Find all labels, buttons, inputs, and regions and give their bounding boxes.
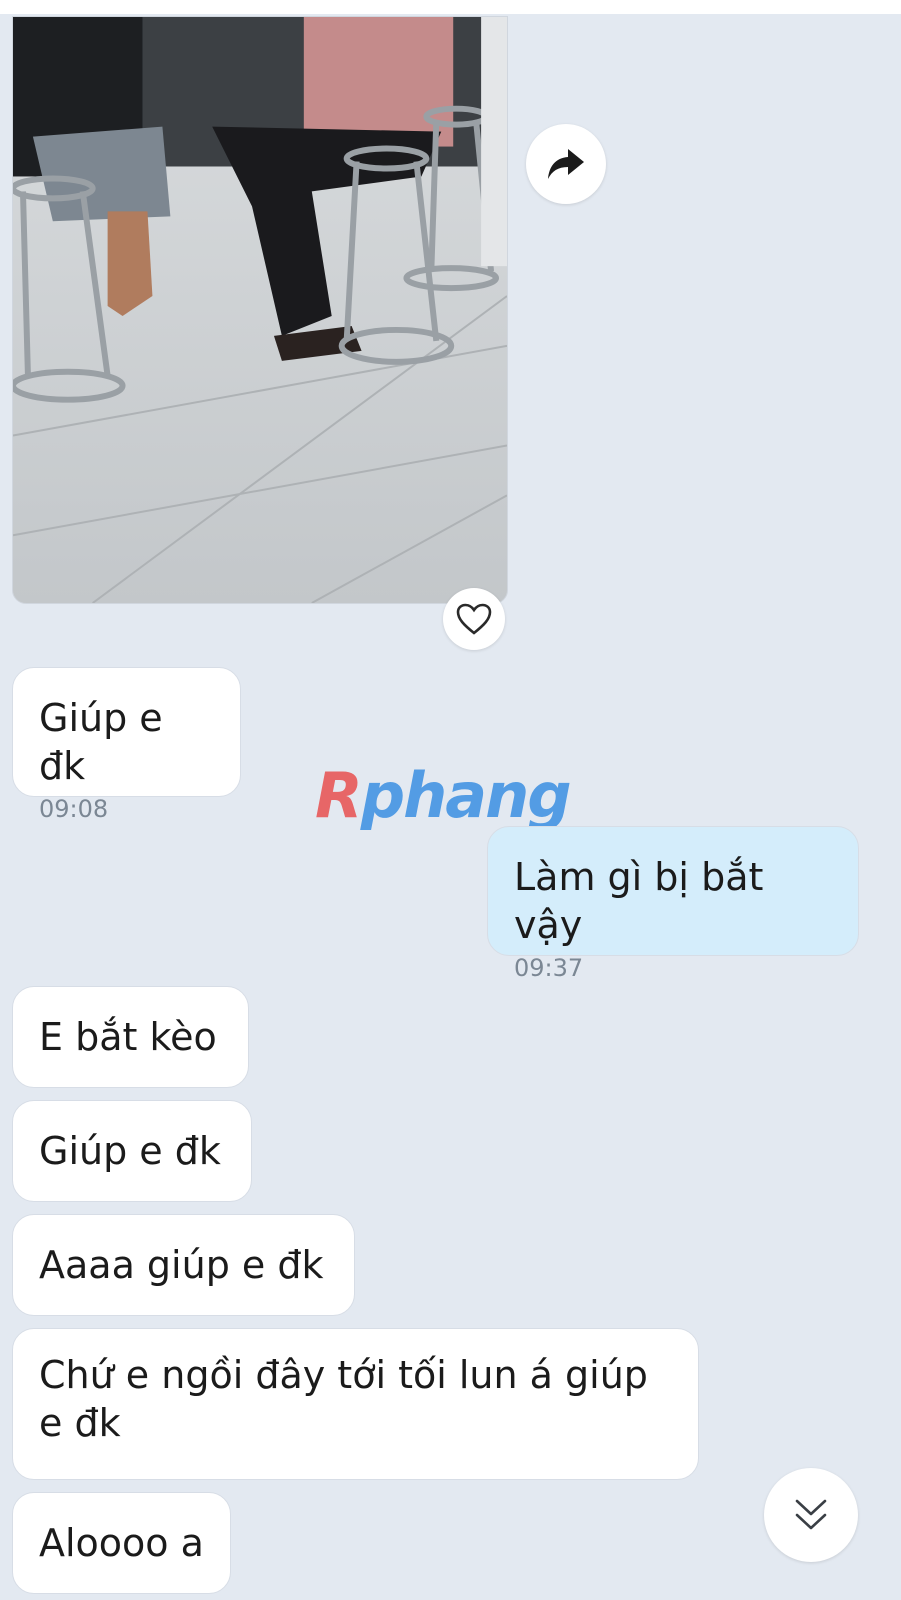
heart-icon	[456, 603, 492, 635]
message-text: Giúp e đk	[39, 696, 163, 788]
message-bubble[interactable]: Giúp e đk 09:08	[12, 667, 241, 823]
message-bubble[interactable]: Aloooo a	[12, 1492, 231, 1594]
message-bubble[interactable]: Aaaa giúp e đk	[12, 1214, 355, 1316]
message-text: Làm gì bị bắt vậy	[514, 855, 764, 947]
double-chevron-down-icon	[795, 1499, 827, 1530]
photo-image	[13, 17, 507, 603]
watermark: Rphang	[315, 759, 572, 832]
scroll-to-bottom-button[interactable]	[764, 1468, 858, 1562]
like-button[interactable]	[443, 588, 505, 650]
share-button[interactable]	[526, 124, 606, 204]
message-text: E bắt kèo	[39, 1015, 217, 1059]
message-text: Chứ e ngồi đây tới tối lun á giúp e đk	[39, 1353, 648, 1445]
message-time: 09:37	[514, 954, 584, 982]
message-bubble[interactable]: Giúp e đk	[12, 1100, 252, 1202]
message-bubble[interactable]: Chứ e ngồi đây tới tối lun á giúp e đk	[12, 1328, 699, 1480]
message-bubble-outgoing[interactable]: Làm gì bị bắt vậy 09:37	[487, 826, 859, 982]
message-bubble[interactable]: E bắt kèo	[12, 986, 249, 1088]
message-text: Giúp e đk	[39, 1129, 221, 1173]
share-arrow-icon	[548, 149, 584, 179]
photo-message[interactable]	[12, 16, 508, 604]
message-time: 09:08	[39, 795, 109, 823]
message-text: Aaaa giúp e đk	[39, 1243, 324, 1287]
message-text: Aloooo a	[39, 1521, 204, 1565]
top-bar	[0, 0, 901, 14]
